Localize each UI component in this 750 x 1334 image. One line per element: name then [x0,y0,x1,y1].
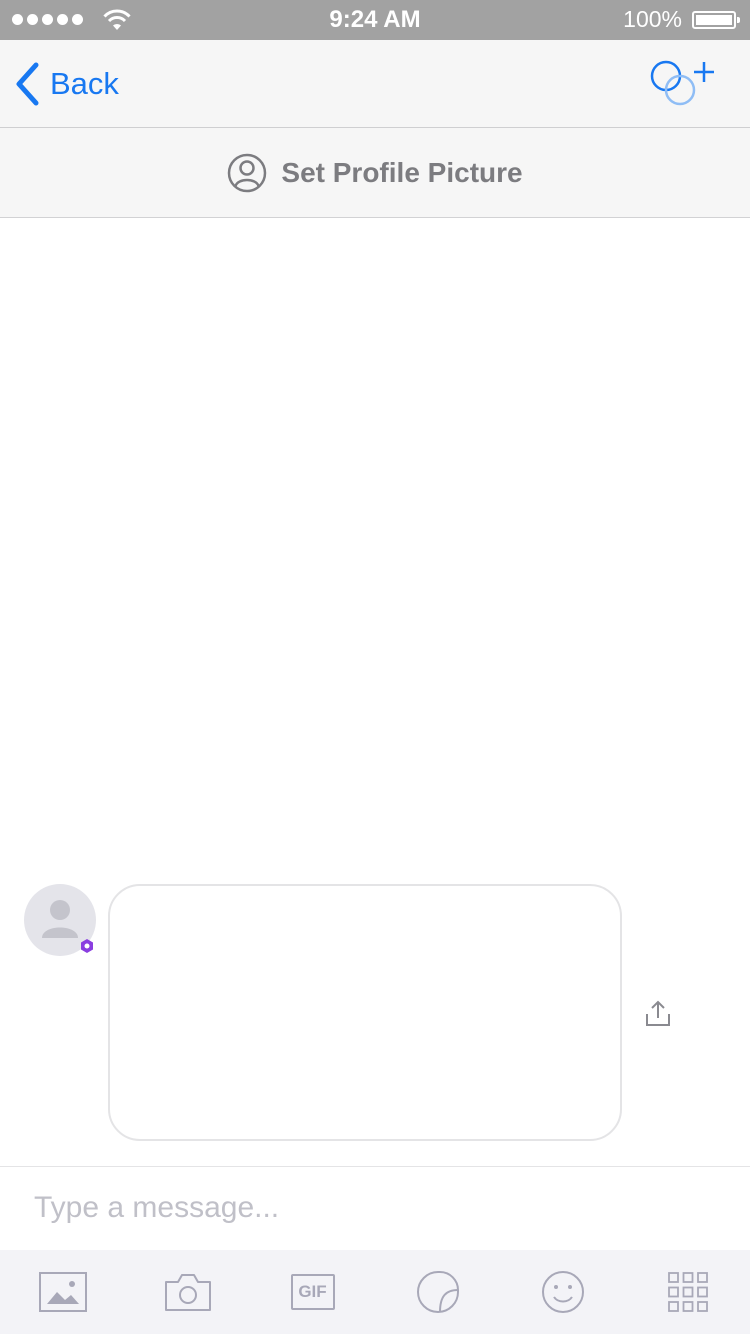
gif-label: GIF [298,1282,327,1301]
back-button[interactable]: Back [14,60,119,108]
chevron-left-icon [16,62,39,106]
battery-icon [692,11,740,29]
sticker-icon [416,1271,459,1313]
message-list[interactable] [0,218,750,1166]
camera-button[interactable] [160,1264,216,1320]
gif-icon: GIF [290,1274,335,1310]
battery-percent: 100% [623,6,682,32]
camera-icon [164,1274,211,1311]
purple-hexagon-badge-icon [81,939,93,953]
emoji-button[interactable] [535,1264,591,1320]
add-participants-button[interactable] [650,58,722,110]
apps-grid-icon [667,1272,708,1312]
share-button[interactable] [644,998,672,1030]
back-label: Back [50,66,119,101]
gif-button[interactable]: GIF [285,1264,341,1320]
set-profile-picture-button[interactable]: Set Profile Picture [0,128,750,218]
user-circle-icon [228,153,267,192]
composer [0,1166,750,1250]
sticker-button[interactable] [410,1264,466,1320]
message-bubble[interactable] [108,884,622,1141]
message-input[interactable] [34,1181,714,1235]
add-participants-icon [650,60,714,106]
status-bar: 9:24 AM 100% [0,0,750,40]
photo-library-button[interactable] [35,1264,91,1320]
attachment-toolbar: GIF [0,1250,750,1334]
photo-library-icon [38,1272,87,1312]
emoji-icon [541,1271,584,1313]
nav-bar: Back [0,40,750,128]
share-icon [646,1000,670,1026]
set-profile-picture-label: Set Profile Picture [281,156,523,188]
apps-grid-button[interactable] [660,1264,716,1320]
